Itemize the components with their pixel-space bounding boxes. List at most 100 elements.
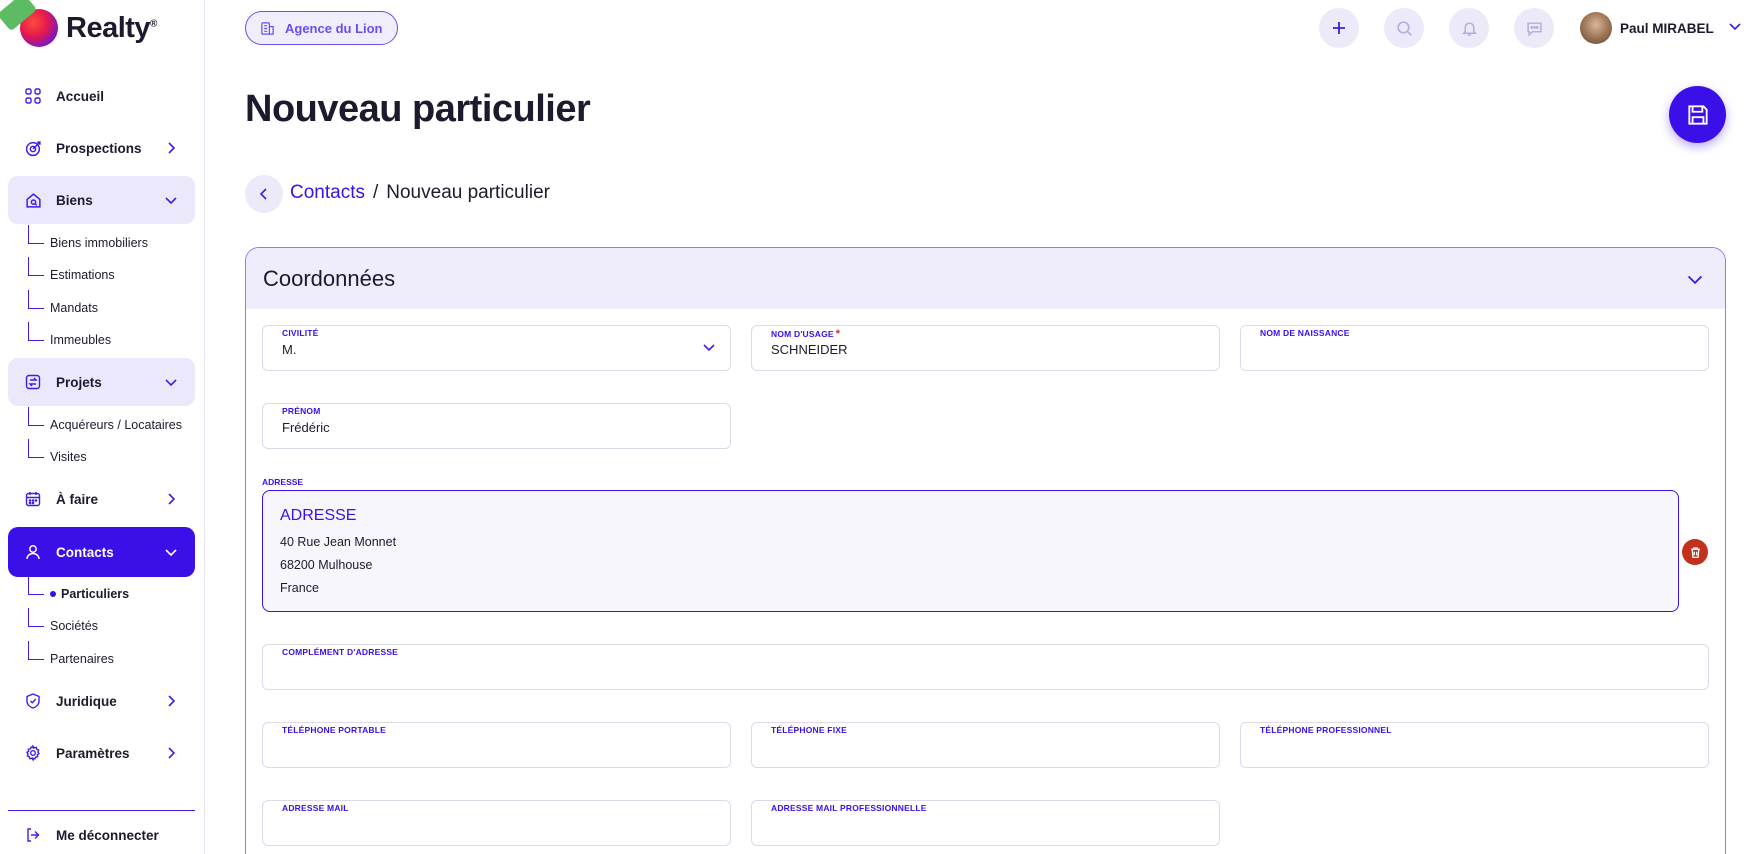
coordonnees-header[interactable]: Coordonnées bbox=[246, 248, 1725, 309]
brand-name: Realty® bbox=[66, 11, 157, 44]
civilite-value: M. bbox=[282, 342, 297, 357]
civilite-label: CIVILITÉ bbox=[282, 328, 319, 338]
sidebar-sub-particuliers[interactable]: Particuliers bbox=[28, 576, 129, 608]
sidebar-item-contacts[interactable]: Contacts bbox=[8, 527, 195, 577]
sidebar-item-label: Juridique bbox=[56, 693, 117, 709]
target-icon bbox=[24, 139, 42, 157]
chevron-right-icon bbox=[163, 140, 179, 156]
chevron-right-icon bbox=[163, 745, 179, 761]
page-title: Nouveau particulier bbox=[245, 88, 591, 130]
sidebar-item-a-faire[interactable]: À faire bbox=[8, 475, 195, 523]
sidebar-sub-mandats[interactable]: Mandats bbox=[28, 290, 98, 322]
civilite-select[interactable]: CIVILITÉ M. bbox=[262, 325, 731, 371]
mail-label: ADRESSE MAIL bbox=[282, 803, 349, 813]
trash-icon bbox=[1690, 546, 1700, 558]
adresse-line-street: 40 Rue Jean Monnet bbox=[280, 535, 397, 549]
tel-portable-field[interactable]: TÉLÉPHONE PORTABLE bbox=[262, 722, 731, 768]
user-menu[interactable]: Paul MIRABEL bbox=[1580, 11, 1742, 45]
chevron-right-icon bbox=[163, 491, 179, 507]
breadcrumb-current: Nouveau particulier bbox=[386, 182, 550, 203]
app-root: Realty® Accueil Prospections Biens Biens… bbox=[0, 0, 1752, 854]
tel-portable-label: TÉLÉPHONE PORTABLE bbox=[282, 725, 387, 735]
chat-bubble-icon bbox=[1526, 21, 1542, 37]
sidebar-sub-biens-immobiliers[interactable]: Biens immobiliers bbox=[28, 225, 148, 257]
adresse-title: ADRESSE bbox=[280, 507, 357, 524]
chevron-down-icon bbox=[163, 544, 179, 560]
building-icon bbox=[261, 21, 274, 35]
breadcrumb-contacts-link[interactable]: Contacts bbox=[290, 182, 365, 204]
brand-logo[interactable]: Realty® bbox=[0, 0, 157, 48]
prenom-label: PRÉNOM bbox=[282, 406, 321, 416]
sidebar-item-label: À faire bbox=[56, 491, 99, 507]
sidebar-sub-partenaires[interactable]: Partenaires bbox=[28, 641, 114, 673]
add-button[interactable] bbox=[1319, 8, 1359, 48]
shield-check-icon bbox=[24, 692, 42, 710]
adresse-line-city: 68200 Mulhouse bbox=[280, 558, 373, 572]
messages-button[interactable] bbox=[1514, 8, 1554, 48]
nom-naissance-field[interactable]: NOM DE NAISSANCE bbox=[1240, 325, 1709, 371]
tel-pro-field[interactable]: TÉLÉPHONE PROFESSIONNEL bbox=[1240, 722, 1709, 768]
bell-icon bbox=[1461, 21, 1477, 36]
chevron-down-icon bbox=[702, 340, 716, 359]
plus-icon bbox=[1333, 22, 1345, 34]
complement-label: COMPLÉMENT D'ADRESSE bbox=[282, 647, 399, 657]
tel-fixe-label: TÉLÉPHONE FIXE bbox=[771, 725, 848, 735]
sidebar-item-label: Contacts bbox=[56, 544, 114, 560]
sidebar-item-accueil[interactable]: Accueil bbox=[8, 72, 195, 120]
grid-icon bbox=[24, 87, 42, 105]
calendar-icon bbox=[24, 490, 42, 508]
sidebar-sub-societes[interactable]: Sociétés bbox=[28, 608, 98, 640]
mail-pro-label: ADRESSE MAIL PROFESSIONNELLE bbox=[771, 803, 927, 813]
section-title: Coordonnées bbox=[263, 265, 396, 291]
agency-selector[interactable]: Agence du Lion bbox=[245, 11, 398, 45]
tel-fixe-field[interactable]: TÉLÉPHONE FIXE bbox=[751, 722, 1220, 768]
sidebar-item-label: Accueil bbox=[56, 88, 105, 104]
delete-address-button[interactable] bbox=[1682, 539, 1708, 565]
sidebar-item-juridique[interactable]: Juridique bbox=[8, 677, 195, 725]
adresse-card[interactable]: ADRESSE 40 Rue Jean Monnet 68200 Mulhous… bbox=[262, 490, 1679, 612]
mail-field[interactable]: ADRESSE MAIL bbox=[262, 800, 731, 846]
chevron-right-icon bbox=[163, 693, 179, 709]
project-swap-icon bbox=[24, 373, 42, 391]
agency-name: Agence du Lion bbox=[285, 20, 383, 36]
sidebar-item-projets[interactable]: Projets bbox=[8, 358, 195, 406]
chevron-down-icon bbox=[163, 374, 179, 390]
avatar bbox=[1580, 12, 1612, 44]
sidebar-item-label: Prospections bbox=[56, 140, 142, 156]
search-icon bbox=[1396, 20, 1412, 36]
tel-pro-label: TÉLÉPHONE PROFESSIONNEL bbox=[1260, 725, 1392, 735]
sidebar-sub-acquereurs[interactable]: Acquéreurs / Locataires bbox=[28, 407, 182, 439]
mail-pro-field[interactable]: ADRESSE MAIL PROFESSIONNELLE bbox=[751, 800, 1220, 846]
sidebar-item-label: Projets bbox=[56, 374, 102, 390]
sidebar-item-biens[interactable]: Biens bbox=[8, 176, 195, 224]
logout-icon bbox=[24, 826, 42, 844]
back-button[interactable] bbox=[245, 175, 283, 213]
sidebar-item-parametres[interactable]: Paramètres bbox=[8, 729, 195, 777]
sidebar-item-label: Paramètres bbox=[56, 745, 130, 761]
sidebar-sub-visites[interactable]: Visites bbox=[28, 439, 87, 471]
chevron-down-icon bbox=[1685, 269, 1705, 289]
complement-adresse-field[interactable]: COMPLÉMENT D'ADRESSE bbox=[262, 644, 1709, 690]
notifications-button[interactable] bbox=[1449, 8, 1489, 48]
nom-usage-label: NOM D'USAGE * bbox=[771, 328, 841, 340]
sidebar-item-prospections[interactable]: Prospections bbox=[8, 124, 195, 172]
breadcrumb-separator: / bbox=[372, 182, 379, 203]
logout-button[interactable]: Me déconnecter bbox=[8, 816, 195, 854]
sidebar-sub-immeubles[interactable]: Immeubles bbox=[28, 322, 111, 354]
sidebar-item-label: Me déconnecter bbox=[56, 827, 159, 843]
sidebar-divider bbox=[8, 810, 195, 811]
user-name: Paul MIRABEL bbox=[1620, 20, 1714, 36]
logo-mark-icon bbox=[0, 0, 58, 47]
chevron-down-icon bbox=[1728, 19, 1742, 38]
prenom-field[interactable]: PRÉNOM Frédéric bbox=[262, 403, 731, 449]
chevron-left-icon bbox=[259, 188, 267, 200]
save-button[interactable] bbox=[1669, 86, 1726, 143]
floppy-disk-icon bbox=[1687, 104, 1708, 125]
nom-usage-value: SCHNEIDER bbox=[771, 342, 848, 357]
sidebar-sub-estimations[interactable]: Estimations bbox=[28, 257, 115, 289]
sidebar-item-label: Biens bbox=[56, 192, 93, 208]
home-search-icon bbox=[24, 191, 42, 209]
search-button[interactable] bbox=[1384, 8, 1424, 48]
nom-usage-field[interactable]: NOM D'USAGE * SCHNEIDER bbox=[751, 325, 1220, 371]
active-dot-icon bbox=[50, 591, 56, 597]
